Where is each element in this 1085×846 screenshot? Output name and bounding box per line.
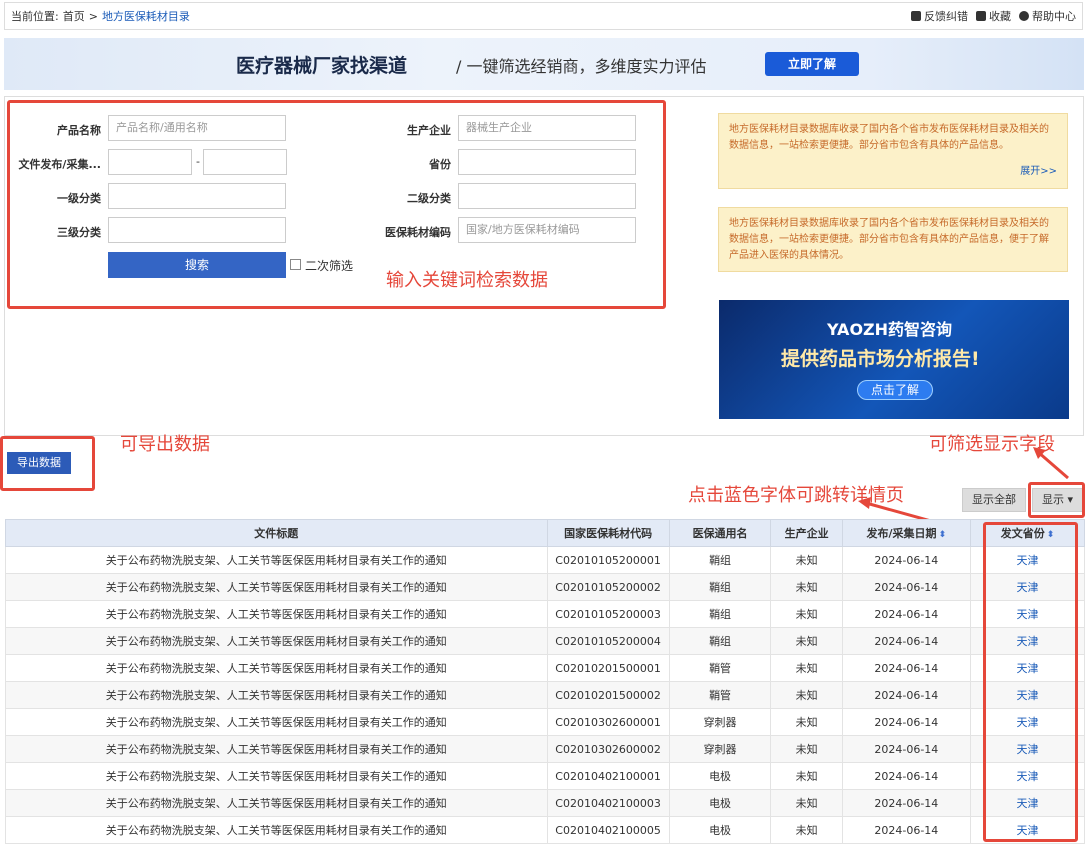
cell-manufacturer: 未知 bbox=[770, 762, 843, 790]
col-title: 文件标题 bbox=[5, 519, 548, 547]
cell-title: 关于公布药物洗脱支架、人工关节等医保医用耗材目录有关工作的通知 bbox=[5, 735, 548, 763]
fields-highlight-box bbox=[1028, 482, 1085, 518]
cell-date: 2024-06-14 bbox=[841, 627, 971, 655]
table-row: 关于公布药物洗脱支架、人工关节等医保医用耗材目录有关工作的通知 C02010402… bbox=[5, 762, 1085, 790]
cell-code: C02010402100001 bbox=[546, 762, 670, 790]
cell-name: 鞘组 bbox=[668, 573, 772, 601]
cell-date: 2024-06-14 bbox=[841, 816, 971, 844]
cell-name: 鞘组 bbox=[668, 600, 772, 628]
table-row: 关于公布药物洗脱支架、人工关节等医保医用耗材目录有关工作的通知 C02010105… bbox=[5, 627, 1085, 655]
cell-name: 鞘组 bbox=[668, 546, 772, 574]
cell-title: 关于公布药物洗脱支架、人工关节等医保医用耗材目录有关工作的通知 bbox=[5, 546, 548, 574]
table-row: 关于公布药物洗脱支架、人工关节等医保医用耗材目录有关工作的通知 C02010105… bbox=[5, 546, 1085, 574]
fields-arrow bbox=[1037, 450, 1069, 480]
cell-name: 穿刺器 bbox=[668, 708, 772, 736]
cell-title: 关于公布药物洗脱支架、人工关节等医保医用耗材目录有关工作的通知 bbox=[5, 627, 548, 655]
cell-title: 关于公布药物洗脱支架、人工关节等医保医用耗材目录有关工作的通知 bbox=[5, 789, 548, 817]
table-row: 关于公布药物洗脱支架、人工关节等医保医用耗材目录有关工作的通知 C02010201… bbox=[5, 654, 1085, 682]
col-date[interactable]: 发布/采集日期 ⬍ bbox=[841, 519, 971, 547]
cell-manufacturer: 未知 bbox=[770, 708, 843, 736]
cell-name: 鞘管 bbox=[668, 681, 772, 709]
cell-code: C02010402100005 bbox=[546, 816, 670, 844]
cell-title: 关于公布药物洗脱支架、人工关节等医保医用耗材目录有关工作的通知 bbox=[5, 654, 548, 682]
cell-code: C02010302600002 bbox=[546, 735, 670, 763]
cell-manufacturer: 未知 bbox=[770, 627, 843, 655]
cell-code: C02010402100003 bbox=[546, 789, 670, 817]
cell-manufacturer: 未知 bbox=[770, 654, 843, 682]
cell-code: C02010302600001 bbox=[546, 708, 670, 736]
cell-date: 2024-06-14 bbox=[841, 546, 971, 574]
cell-manufacturer: 未知 bbox=[770, 600, 843, 628]
col-date-label: 发布/采集日期 bbox=[866, 527, 937, 540]
cell-code: C02010201500002 bbox=[546, 681, 670, 709]
col-code: 国家医保耗材代码 bbox=[546, 519, 670, 547]
table-row: 关于公布药物洗脱支架、人工关节等医保医用耗材目录有关工作的通知 C02010105… bbox=[5, 600, 1085, 628]
col-name: 医保通用名 bbox=[668, 519, 772, 547]
table-row: 关于公布药物洗脱支架、人工关节等医保医用耗材目录有关工作的通知 C02010402… bbox=[5, 789, 1085, 817]
cell-date: 2024-06-14 bbox=[841, 708, 971, 736]
cell-name: 电极 bbox=[668, 762, 772, 790]
table-header-row: 文件标题 国家医保耗材代码 医保通用名 生产企业 发布/采集日期 ⬍ 发文省份 ⬍ bbox=[5, 519, 1085, 547]
table-row: 关于公布药物洗脱支架、人工关节等医保医用耗材目录有关工作的通知 C02010402… bbox=[5, 816, 1085, 844]
cell-date: 2024-06-14 bbox=[841, 600, 971, 628]
table-row: 关于公布药物洗脱支架、人工关节等医保医用耗材目录有关工作的通知 C02010105… bbox=[5, 573, 1085, 601]
cell-title: 关于公布药物洗脱支架、人工关节等医保医用耗材目录有关工作的通知 bbox=[5, 681, 548, 709]
cell-date: 2024-06-14 bbox=[841, 789, 971, 817]
cell-date: 2024-06-14 bbox=[841, 654, 971, 682]
sort-icon[interactable]: ⬍ bbox=[939, 530, 947, 540]
cell-name: 电极 bbox=[668, 816, 772, 844]
cell-date: 2024-06-14 bbox=[841, 735, 971, 763]
cell-name: 鞘管 bbox=[668, 654, 772, 682]
show-all-button[interactable]: 显示全部 bbox=[962, 488, 1026, 512]
cell-title: 关于公布药物洗脱支架、人工关节等医保医用耗材目录有关工作的通知 bbox=[5, 762, 548, 790]
cell-date: 2024-06-14 bbox=[841, 762, 971, 790]
cell-title: 关于公布药物洗脱支架、人工关节等医保医用耗材目录有关工作的通知 bbox=[5, 816, 548, 844]
cell-manufacturer: 未知 bbox=[770, 546, 843, 574]
cell-title: 关于公布药物洗脱支架、人工关节等医保医用耗材目录有关工作的通知 bbox=[5, 708, 548, 736]
province-highlight-box bbox=[983, 522, 1078, 842]
cell-title: 关于公布药物洗脱支架、人工关节等医保医用耗材目录有关工作的通知 bbox=[5, 600, 548, 628]
results-table: 文件标题 国家医保耗材代码 医保通用名 生产企业 发布/采集日期 ⬍ 发文省份 ⬍ … bbox=[5, 519, 1085, 844]
cell-code: C02010105200004 bbox=[546, 627, 670, 655]
cell-code: C02010105200001 bbox=[546, 546, 670, 574]
table-row: 关于公布药物洗脱支架、人工关节等医保医用耗材目录有关工作的通知 C02010302… bbox=[5, 708, 1085, 736]
cell-name: 电极 bbox=[668, 789, 772, 817]
cell-manufacturer: 未知 bbox=[770, 789, 843, 817]
table-row: 关于公布药物洗脱支架、人工关节等医保医用耗材目录有关工作的通知 C02010302… bbox=[5, 735, 1085, 763]
table-row: 关于公布药物洗脱支架、人工关节等医保医用耗材目录有关工作的通知 C02010201… bbox=[5, 681, 1085, 709]
cell-manufacturer: 未知 bbox=[770, 735, 843, 763]
cell-name: 鞘组 bbox=[668, 627, 772, 655]
detail-arrowhead bbox=[858, 497, 871, 509]
cell-code: C02010105200003 bbox=[546, 600, 670, 628]
cell-code: C02010201500001 bbox=[546, 654, 670, 682]
cell-manufacturer: 未知 bbox=[770, 573, 843, 601]
cell-title: 关于公布药物洗脱支架、人工关节等医保医用耗材目录有关工作的通知 bbox=[5, 573, 548, 601]
cell-date: 2024-06-14 bbox=[841, 573, 971, 601]
cell-code: C02010105200002 bbox=[546, 573, 670, 601]
cell-manufacturer: 未知 bbox=[770, 681, 843, 709]
cell-date: 2024-06-14 bbox=[841, 681, 971, 709]
cell-manufacturer: 未知 bbox=[770, 816, 843, 844]
col-manufacturer: 生产企业 bbox=[770, 519, 843, 547]
cell-name: 穿刺器 bbox=[668, 735, 772, 763]
